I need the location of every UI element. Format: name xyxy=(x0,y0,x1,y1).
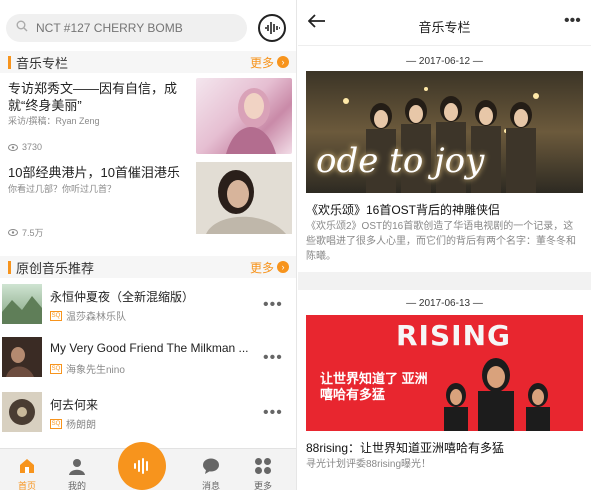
album-cover xyxy=(2,337,42,377)
section-accent-bar xyxy=(8,55,11,69)
article-item[interactable]: 10部经典港片，10首催泪港乐 你看过几部？你听过几首？ 7.5万 xyxy=(0,162,296,239)
banner-logo-text: ode to joy xyxy=(316,141,485,181)
arrow-right-icon: › xyxy=(277,56,289,68)
article-subtitle: 你看过几部？你听过几首？ xyxy=(8,184,117,194)
more-link[interactable]: 更多 › xyxy=(250,54,289,71)
post-card[interactable]: RISING 让世界知道了 亚洲嘻哈有多猛 88rising：让世界知道亚洲嘻哈… xyxy=(306,315,583,490)
post-card[interactable]: ode to joy 《欢乐颂》16首OST背后的神雕侠侣 《欢乐颂2》OST的… xyxy=(306,71,583,267)
song-artist: SQ 温莎森林乐队 xyxy=(50,310,126,323)
song-row[interactable]: 何去何来 SQ 杨朗朗 ••• xyxy=(0,388,296,438)
sq-badge-icon: SQ xyxy=(50,418,62,429)
song-title: 永恒仲夏夜（全新混缩版） xyxy=(50,290,195,304)
banner-tagline: 让世界知道了 亚洲嘻哈有多猛 xyxy=(320,371,428,402)
arrow-right-icon: › xyxy=(277,261,289,273)
separator xyxy=(298,272,591,290)
eye-icon xyxy=(8,229,18,236)
article-item[interactable]: 专访郑秀文——因有自信，成就“终身美丽” 采访/撰稿：Ryan Zeng 373… xyxy=(0,78,296,160)
section-title: 原创音乐推荐 xyxy=(16,260,95,276)
post-banner: RISING 让世界知道了 亚洲嘻哈有多猛 xyxy=(306,315,583,431)
album-cover xyxy=(2,284,42,324)
more-link[interactable]: 更多 › xyxy=(250,259,289,276)
section-title: 音乐专栏 xyxy=(16,55,69,71)
article-title: 专访郑秀文——因有自信，成就“终身美丽” xyxy=(8,81,178,113)
post-date: — 2017-06-13 — xyxy=(406,298,483,309)
post-banner: ode to joy xyxy=(306,71,583,193)
song-artist: SQ 海象先生nino xyxy=(50,363,125,376)
music-column-header: 音乐专栏 更多 › xyxy=(0,51,296,73)
more-options-icon[interactable]: ••• xyxy=(263,296,283,314)
top-bar: 音乐专栏 ••• xyxy=(298,0,591,46)
eye-icon xyxy=(8,143,18,151)
soundwave-icon xyxy=(265,22,280,34)
song-title: My Very Good Friend The Milkman ... xyxy=(50,341,249,355)
search-field[interactable] xyxy=(6,14,247,42)
song-title: 何去何来 xyxy=(50,398,99,412)
album-cover xyxy=(2,392,42,432)
tab-more[interactable]: 更多 xyxy=(238,449,288,490)
grid-icon xyxy=(255,458,271,474)
home-icon xyxy=(20,459,34,473)
tab-mine[interactable]: 我的 xyxy=(52,449,102,490)
view-count: 3730 xyxy=(8,142,42,152)
search-bar xyxy=(0,10,296,46)
soundwave-icon xyxy=(134,458,148,474)
search-icon xyxy=(16,19,28,37)
sq-badge-icon: SQ xyxy=(50,363,62,374)
play-center-button[interactable] xyxy=(118,442,166,490)
article-subtitle: 采访/撰稿：Ryan Zeng xyxy=(8,116,100,126)
tab-messages[interactable]: 消息 xyxy=(186,449,236,490)
sq-badge-icon: SQ xyxy=(50,310,62,321)
tab-home[interactable]: 首页 xyxy=(2,449,52,490)
article-thumbnail xyxy=(196,78,292,154)
section-accent-bar xyxy=(8,260,11,274)
more-options-icon[interactable]: ••• xyxy=(564,12,581,30)
more-options-icon[interactable]: ••• xyxy=(263,404,283,422)
post-title: 《欢乐颂》16首OST背后的神雕侠侣 xyxy=(306,203,501,217)
song-artist: SQ 杨朗朗 xyxy=(50,418,96,431)
post-description: 寻光计划评委88rising曝光！ xyxy=(306,459,432,470)
song-row[interactable]: 永恒仲夏夜（全新混缩版） SQ 温莎森林乐队 ••• xyxy=(0,280,296,330)
more-options-icon[interactable]: ••• xyxy=(263,349,283,367)
music-column-screen: 音乐专栏 ••• — 2017-06-12 — ode to joy 《欢乐颂》… xyxy=(298,0,591,490)
post-description: 《欢乐颂2》OST的16首歌创造了华语电视剧的一个记录，这些歌唱进了很多人心里，… xyxy=(306,221,576,262)
article-title: 10部经典港片，10首催泪港乐 xyxy=(8,165,180,180)
search-input[interactable] xyxy=(36,21,236,35)
home-screen: 音乐专栏 更多› 专访郑秀文——因有自信，成就“终身美丽” 采访/撰稿：Ryan… xyxy=(0,0,297,490)
post-date: — 2017-06-12 — xyxy=(406,56,483,67)
user-icon xyxy=(69,459,85,475)
sound-recognition-button[interactable] xyxy=(258,14,286,42)
view-count: 7.5万 xyxy=(8,226,44,239)
original-music-header: 原创音乐推荐 更多 › xyxy=(0,256,296,278)
song-row[interactable]: My Very Good Friend The Milkman ... SQ 海象… xyxy=(0,333,296,383)
chat-icon xyxy=(203,458,219,474)
article-thumbnail xyxy=(196,162,292,234)
page-title: 音乐专栏 xyxy=(418,20,471,35)
post-title: 88rising：让世界知道亚洲嘻哈有多猛 xyxy=(306,441,505,455)
